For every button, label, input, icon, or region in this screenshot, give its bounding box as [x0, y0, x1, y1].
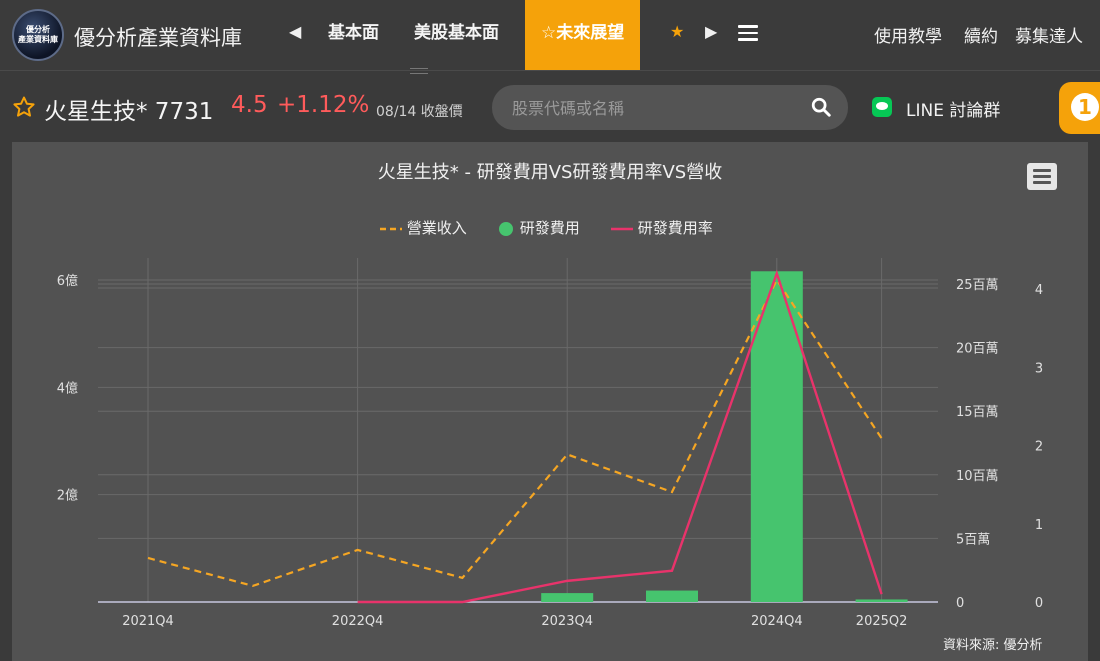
bar-rd-expense: [646, 590, 698, 602]
chart-plot: 2021Q4 2022Q4 2023Q4 2024Q4 2025Q2 2億 4億 6億 0 5百萬…: [57, 258, 1043, 629]
x-tick-label: 2023Q4: [541, 614, 593, 629]
x-tick-label: 2022Q4: [332, 614, 384, 629]
y-right2-tick-label: 4: [1035, 283, 1043, 298]
y-right1-tick-label: 10百萬: [956, 469, 999, 484]
x-tick-label: 2025Q2: [856, 614, 908, 629]
x-tick-label: 2021Q4: [122, 614, 174, 629]
line-rd-rate: [357, 269, 883, 604]
y-right1-tick-label: 20百萬: [956, 342, 999, 357]
y-right2-tick-label: 3: [1035, 361, 1043, 376]
y-right1-tick-label: 0: [956, 596, 964, 611]
bar-rd-expense: [750, 271, 803, 602]
y-right2-tick-label: 1: [1035, 518, 1043, 533]
y-right1-tick-label: 25百萬: [956, 278, 999, 293]
y-left-tick-label: 6億: [57, 273, 78, 289]
y-right1-tick-label: 15百萬: [956, 405, 999, 420]
x-tick-label: 2024Q4: [751, 614, 803, 629]
data-source: 資料來源: 優分析: [943, 638, 1043, 653]
y-right2-tick-label: 0: [1035, 596, 1043, 611]
bar-rd-expense: [855, 599, 908, 602]
y-right2-tick-label: 2: [1035, 440, 1043, 455]
bar-rd-expense: [541, 593, 594, 602]
y-left-tick-label: 2億: [57, 488, 78, 504]
y-right1-tick-label: 5百萬: [956, 532, 990, 547]
y-left-tick-label: 4億: [57, 380, 78, 396]
